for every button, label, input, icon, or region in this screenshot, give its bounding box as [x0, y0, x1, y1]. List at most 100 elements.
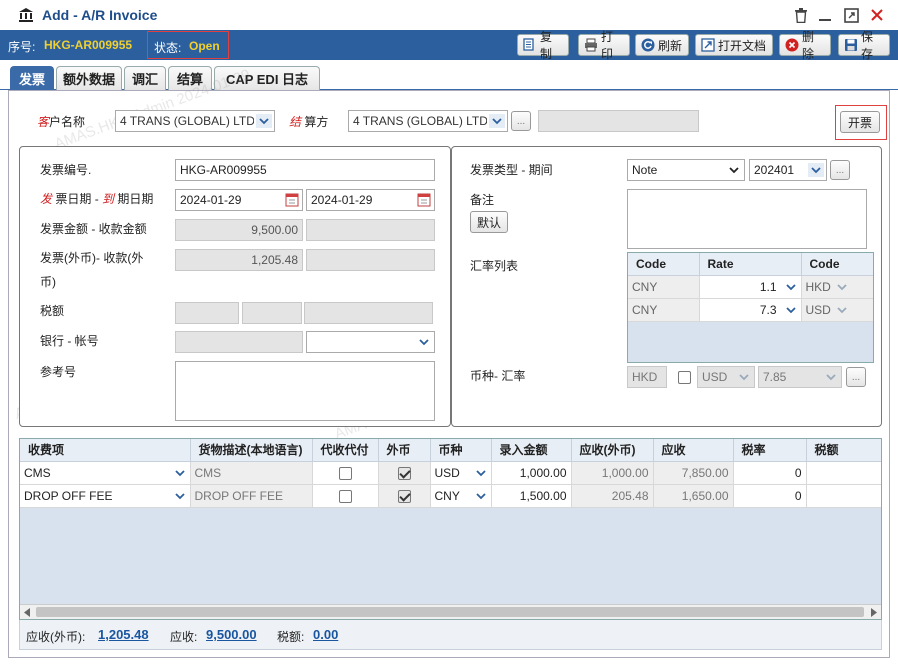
foreign-cell[interactable] — [378, 461, 431, 485]
fc-total-value[interactable]: 1,205.48 — [98, 627, 149, 642]
reference-textarea[interactable] — [175, 361, 435, 421]
table-row: CNY 7.3 USD — [628, 298, 873, 322]
tax-field-3 — [304, 302, 433, 324]
currency-cell[interactable]: CNY — [430, 484, 492, 508]
delete-button[interactable]: 删除 — [779, 30, 831, 61]
save-icon — [845, 39, 857, 51]
tax-cell[interactable] — [806, 484, 881, 508]
tax-rate-cell[interactable]: 0 — [733, 461, 807, 485]
foreign-cell[interactable] — [378, 484, 431, 508]
col-tax-rate[interactable]: 税率 — [733, 439, 807, 462]
trash-icon[interactable] — [793, 7, 809, 23]
tax-total-label: 税额: — [277, 630, 305, 644]
col-collect-on-behalf[interactable]: 代收代付 — [312, 439, 379, 462]
scroll-right-icon[interactable] — [870, 608, 878, 617]
received-fc-amount-field — [306, 249, 435, 271]
rate-value-cell[interactable]: 1.1 — [699, 275, 802, 299]
chevron-down-icon — [837, 306, 847, 313]
settlement-party-select[interactable]: 4 TRANS (GLOBAL) LTD — [348, 110, 508, 132]
col-description[interactable]: 货物描述(本地语言) — [190, 439, 313, 462]
charge-item-cell[interactable]: CMS — [20, 461, 191, 485]
charge-item-cell[interactable]: DROP OFF FEE — [20, 484, 191, 508]
amount-label: 发票金额 - 收款金额 — [40, 222, 147, 236]
rate-col-code[interactable]: Code — [628, 253, 700, 276]
collect-checkbox[interactable] — [338, 466, 352, 480]
currency-cell[interactable]: USD — [430, 461, 492, 485]
remark-label: 备注 — [470, 193, 495, 207]
period-select[interactable]: 202401 — [749, 159, 827, 181]
receivable-total-value[interactable]: 9,500.00 — [206, 627, 257, 642]
col-tax[interactable]: 税额 — [806, 439, 881, 462]
currency-checkbox[interactable] — [678, 371, 691, 385]
rate-lookup-button[interactable]: ... — [846, 367, 866, 387]
copy-button[interactable]: 复制 — [517, 30, 569, 61]
scroll-left-icon[interactable] — [23, 608, 31, 617]
collect-checkbox[interactable] — [338, 489, 352, 503]
default-button[interactable]: 默认 — [470, 211, 508, 233]
chevron-down-icon — [174, 492, 185, 499]
description-cell[interactable]: CMS — [190, 461, 313, 485]
foreign-checkbox[interactable] — [397, 489, 411, 503]
settlement-party-lookup-button[interactable]: ... — [511, 111, 531, 131]
table-row: CMS CMS USD 1,000.00 1,000.00 7,850.00 0 — [20, 461, 881, 485]
print-button[interactable]: 打印 — [578, 30, 630, 61]
period-lookup-button[interactable]: ... — [830, 160, 850, 180]
amount-cell[interactable]: 1,500.00 — [491, 484, 572, 508]
tab-extra-data[interactable]: 额外数据 — [56, 66, 122, 90]
totals-bar: 应收(外币): 1,205.48 应收: 9,500.00 税额: 0.00 — [19, 620, 882, 650]
col-charge-item[interactable]: 收费项 — [20, 439, 191, 462]
invoice-no-input[interactable]: HKG-AR009955 — [175, 159, 435, 181]
open-document-icon — [701, 38, 715, 52]
chevron-down-icon — [826, 374, 836, 381]
account-select[interactable] — [306, 331, 435, 353]
rate-col-rate[interactable]: Rate — [699, 253, 802, 276]
rate-list-label: 汇率列表 — [470, 259, 519, 273]
issue-invoice-button[interactable]: 开票 — [840, 111, 880, 133]
currency-rate-label: 币种- 汇率 — [470, 369, 526, 383]
received-amount-field — [306, 219, 435, 241]
customer-select[interactable]: 4 TRANS (GLOBAL) LTD — [115, 110, 275, 132]
save-button[interactable]: 保存 — [838, 30, 890, 61]
chevron-down-icon — [837, 283, 847, 290]
tab-invoice[interactable]: 发票 — [10, 66, 54, 90]
scrollbar-thumb[interactable] — [36, 607, 864, 617]
tax-label: 税额 — [40, 304, 65, 318]
rate-code2-cell[interactable]: HKD — [801, 275, 873, 299]
col-foreign-currency[interactable]: 外币 — [378, 439, 431, 462]
foreign-checkbox[interactable] — [397, 466, 411, 480]
exchange-rate-select[interactable]: 7.85 — [758, 366, 842, 388]
collect-cell[interactable] — [312, 461, 379, 485]
settlement-party-extra-field — [538, 110, 699, 132]
invoice-type-select[interactable]: Note — [627, 159, 745, 181]
customer-label: 客户名称 — [37, 115, 86, 129]
rate-code-cell[interactable]: CNY — [628, 298, 700, 322]
currency-select[interactable]: USD — [697, 366, 755, 388]
receivable-cell: 1,650.00 — [653, 484, 734, 508]
col-currency[interactable]: 币种 — [430, 439, 492, 462]
tax-total-value[interactable]: 0.00 — [313, 627, 338, 642]
maximize-icon[interactable] — [843, 7, 859, 23]
description-cell[interactable]: DROP OFF FEE — [190, 484, 313, 508]
tab-exchange-adjust[interactable]: 调汇 — [124, 66, 166, 90]
remark-textarea[interactable] — [627, 189, 867, 249]
horizontal-scrollbar[interactable] — [20, 604, 881, 619]
rate-value-cell[interactable]: 7.3 — [699, 298, 802, 322]
col-entered-amount[interactable]: 录入金额 — [491, 439, 572, 462]
col-receivable[interactable]: 应收 — [653, 439, 734, 462]
invoice-date-input[interactable]: 2024-01-29 — [175, 189, 303, 211]
amount-cell[interactable]: 1,000.00 — [491, 461, 572, 485]
tab-cap-edi-log[interactable]: CAP EDI 日志 — [214, 66, 320, 90]
close-icon[interactable] — [869, 7, 885, 23]
open-document-button[interactable]: 打开文档 — [695, 34, 773, 56]
rate-code-cell[interactable]: CNY — [628, 275, 700, 299]
rate-col-code2[interactable]: Code — [801, 253, 873, 276]
rate-code2-cell[interactable]: USD — [801, 298, 873, 322]
tab-settlement[interactable]: 结算 — [168, 66, 212, 90]
collect-cell[interactable] — [312, 484, 379, 508]
tax-rate-cell[interactable]: 0 — [733, 484, 807, 508]
due-date-input[interactable]: 2024-01-29 — [306, 189, 435, 211]
tax-cell[interactable] — [806, 461, 881, 485]
refresh-button[interactable]: 刷新 — [635, 34, 689, 56]
col-receivable-fc[interactable]: 应收(外币) — [571, 439, 654, 462]
minimize-icon[interactable] — [817, 7, 833, 23]
